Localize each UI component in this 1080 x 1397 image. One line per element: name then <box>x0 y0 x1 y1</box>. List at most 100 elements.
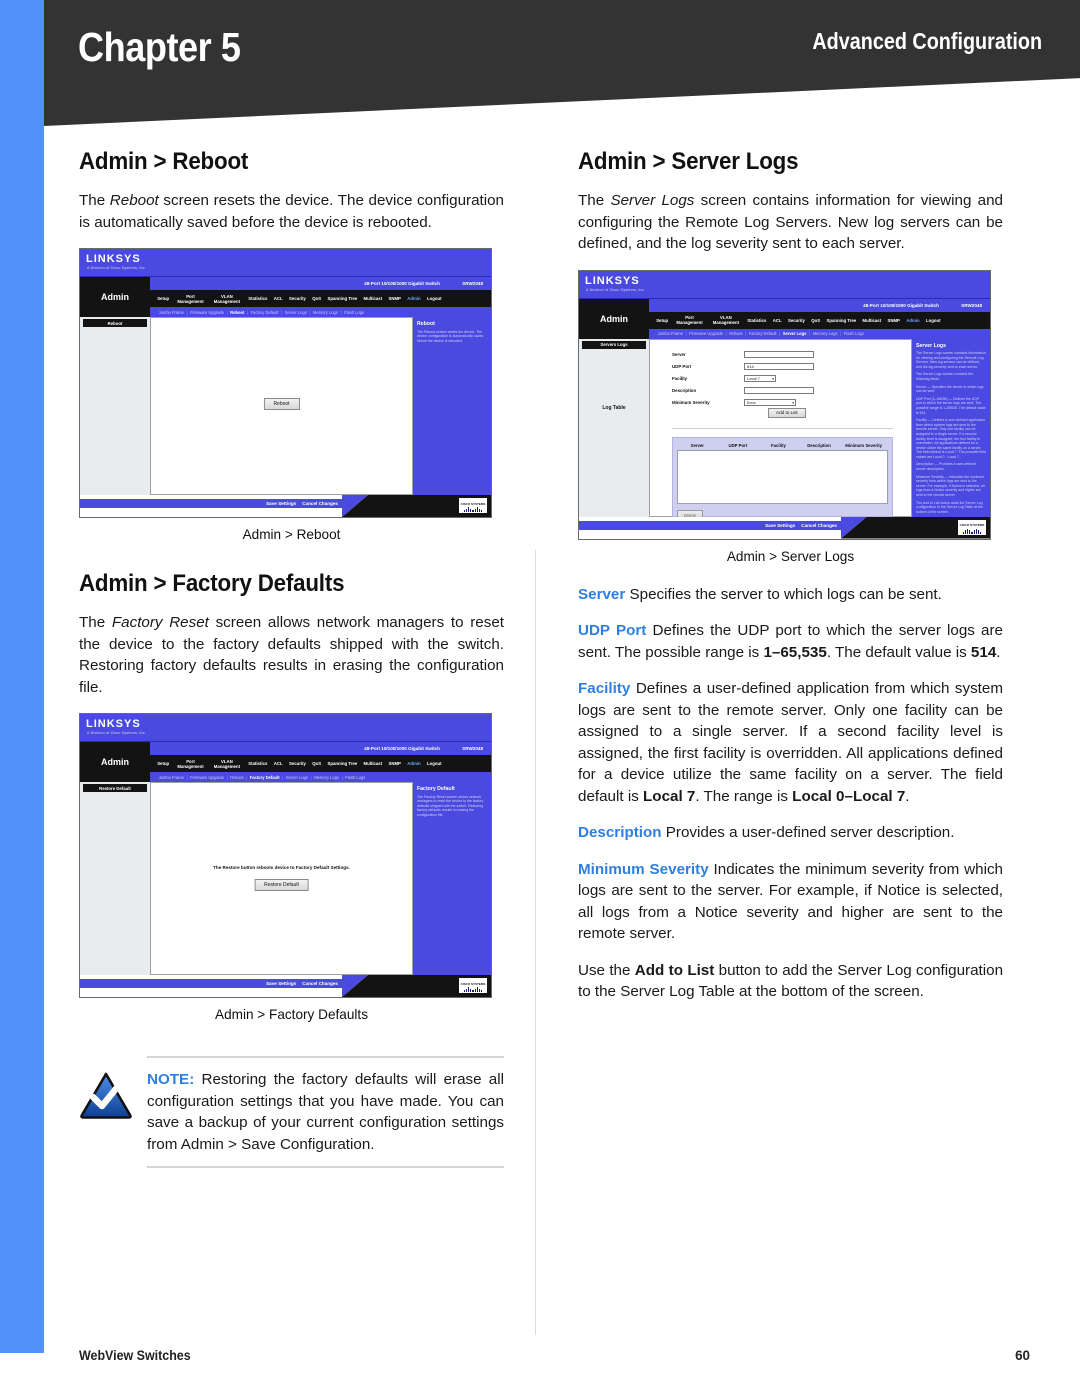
nav-item-logout[interactable]: Logout <box>923 318 944 323</box>
subnav-item-reboot[interactable]: Reboot <box>228 775 246 780</box>
subnav-item-jumbo-frame[interactable]: Jumbo Frame <box>655 331 685 336</box>
nav-item-spanning-tree[interactable]: Spanning Tree <box>823 318 859 323</box>
linksys-tagline: A Division of Cisco Systems, Inc. <box>87 731 146 735</box>
sub-nav-bar[interactable]: Jumbo Frame | Firmware Upgrade | Reboot … <box>649 328 990 339</box>
subnav-item-flash-logs[interactable]: Flash Logs <box>342 310 367 315</box>
subnav-item-factory-default[interactable]: Factory Default <box>247 775 282 780</box>
subnav-item-factory-default[interactable]: Factory Default <box>248 310 281 315</box>
nav-item-admin[interactable]: Admin <box>404 296 424 301</box>
nav-item-vlan-management[interactable]: VLAN Management <box>209 759 245 769</box>
subnav-item-factory-default[interactable]: Factory Default <box>746 331 779 336</box>
screen-content-pane: Server UDP Port 514 Facility Local 7 ▾ D… <box>649 338 912 520</box>
save-settings-button[interactable]: Save Settings <box>765 523 795 528</box>
subnav-item-memory-logs[interactable]: Memory Logs <box>310 310 340 315</box>
sidebar-tab-reboot[interactable]: Reboot <box>83 319 147 327</box>
subnav-item-flash-logs[interactable]: Flash Logs <box>343 775 368 780</box>
nav-item-multicast[interactable]: Multicast <box>360 296 385 301</box>
nav-item-acl[interactable]: ACL <box>271 761 286 766</box>
add-to-list-button[interactable]: Add to List <box>768 407 806 419</box>
help-text-8: The Add to List button adds the Server L… <box>916 500 983 514</box>
main-nav-bar[interactable]: Setup Port Management VLAN Management St… <box>150 755 491 772</box>
subnav-item-reboot[interactable]: Reboot <box>727 331 745 336</box>
nav-item-admin[interactable]: Admin <box>903 318 923 323</box>
main-nav-bar[interactable]: Setup Port Management VLAN Management St… <box>150 290 491 307</box>
sub-nav-bar[interactable]: Jumbo Frame | Firmware Upgrade | Reboot … <box>150 307 491 317</box>
select-facility[interactable]: Local 7 ▾ <box>744 375 776 382</box>
nav-item-statistics[interactable]: Statistics <box>744 318 769 323</box>
subnav-item-firmware-upgrade[interactable]: Firmware Upgrade <box>188 775 227 780</box>
nav-item-port-management[interactable]: Port Management <box>172 759 208 769</box>
device-model-name: 48-Port 10/100/1000 Gigabit Switch <box>364 746 440 751</box>
subnav-item-jumbo-frame[interactable]: Jumbo Frame <box>156 310 186 315</box>
nav-item-qos[interactable]: QoS <box>309 761 324 766</box>
text-run-bold: 1–65,535 <box>763 643 827 661</box>
input-server[interactable] <box>744 351 814 358</box>
nav-item-admin[interactable]: Admin <box>404 761 424 766</box>
nav-item-snmp[interactable]: SNMP <box>385 761 404 766</box>
cancel-changes-button[interactable]: Cancel Changes <box>302 501 338 506</box>
note-callout: NOTE: Restoring the factory defaults wil… <box>79 1056 504 1168</box>
cisco-systems-logo: CISCO SYSTEMS <box>958 519 986 535</box>
sub-nav-bar[interactable]: Jumbo Frame | Firmware Upgrade | Reboot … <box>150 772 491 782</box>
nav-item-vlan-management[interactable]: VLAN Management <box>209 294 245 304</box>
nav-item-vlan-management[interactable]: VLAN Management <box>708 315 744 325</box>
nav-item-statistics[interactable]: Statistics <box>245 761 270 766</box>
label-server: Server <box>672 352 686 357</box>
subnav-item-flash-logs[interactable]: Flash Logs <box>841 331 866 336</box>
nav-item-port-management[interactable]: Port Management <box>172 294 208 304</box>
subnav-item-firmware-upgrade[interactable]: Firmware Upgrade <box>188 310 227 315</box>
sidebar-tab-log-table[interactable]: Log Table <box>582 404 646 413</box>
text-run: Restoring the factory defaults will eras… <box>147 1071 504 1153</box>
save-settings-button[interactable]: Save Settings <box>266 981 296 986</box>
subnav-item-server-logs[interactable]: Server Logs <box>283 775 310 780</box>
subnav-item-server-logs[interactable]: Server Logs <box>780 331 809 336</box>
nav-item-logout[interactable]: Logout <box>424 761 445 766</box>
nav-item-security[interactable]: Security <box>785 318 808 323</box>
nav-item-setup[interactable]: Setup <box>653 318 671 323</box>
sidebar-tab-servers-logs[interactable]: Servers Logs <box>582 340 646 349</box>
text-run: The <box>578 192 611 209</box>
nav-item-acl[interactable]: ACL <box>770 318 785 323</box>
nav-item-port-management[interactable]: Port Management <box>671 315 707 325</box>
nav-item-multicast[interactable]: Multicast <box>360 761 385 766</box>
nav-item-setup[interactable]: Setup <box>154 761 172 766</box>
nav-item-spanning-tree[interactable]: Spanning Tree <box>324 296 360 301</box>
reboot-button[interactable]: Reboot <box>263 398 300 410</box>
nav-item-snmp[interactable]: SNMP <box>385 296 404 301</box>
subnav-item-memory-logs[interactable]: Memory Logs <box>312 775 342 780</box>
label-description: Description <box>672 388 697 393</box>
nav-item-multicast[interactable]: Multicast <box>859 318 884 323</box>
table-body-empty <box>677 449 888 504</box>
footer-product-name: WebView Switches <box>79 1348 191 1363</box>
subnav-item-reboot[interactable]: Reboot <box>228 310 247 315</box>
nav-item-qos[interactable]: QoS <box>309 296 324 301</box>
nav-item-security[interactable]: Security <box>286 296 309 301</box>
nav-item-setup[interactable]: Setup <box>154 296 172 301</box>
sidebar-tab-restore-default[interactable]: Restore Default <box>83 784 147 792</box>
subnav-item-jumbo-frame[interactable]: Jumbo Frame <box>156 775 186 780</box>
nav-item-acl[interactable]: ACL <box>271 296 286 301</box>
nav-item-security[interactable]: Security <box>286 761 309 766</box>
cancel-changes-button[interactable]: Cancel Changes <box>302 981 338 986</box>
subnav-item-firmware-upgrade[interactable]: Firmware Upgrade <box>687 331 726 336</box>
select-facility-value: Local 7 <box>747 376 760 381</box>
save-settings-button[interactable]: Save Settings <box>266 501 296 506</box>
select-minimum-severity[interactable]: Error ▾ <box>744 399 796 406</box>
nav-item-spanning-tree[interactable]: Spanning Tree <box>324 761 360 766</box>
restore-default-button[interactable]: Restore Default <box>254 879 309 891</box>
linksys-logo: LINKSYS <box>585 274 640 287</box>
module-label-admin: Admin <box>80 742 150 782</box>
definition-facility: Facility Defines a user-defined applicat… <box>578 678 1003 807</box>
help-text-7: Minimum Severity — Indicates the minimum… <box>916 474 985 498</box>
cancel-changes-button[interactable]: Cancel Changes <box>801 523 837 528</box>
subnav-item-server-logs[interactable]: Server Logs <box>282 310 309 315</box>
subnav-item-memory-logs[interactable]: Memory Logs <box>810 331 840 336</box>
main-nav-bar[interactable]: Setup Port Management VLAN Management St… <box>649 311 990 329</box>
nav-item-snmp[interactable]: SNMP <box>884 318 903 323</box>
nav-item-qos[interactable]: QoS <box>808 318 823 323</box>
nav-item-statistics[interactable]: Statistics <box>245 296 270 301</box>
nav-item-logout[interactable]: Logout <box>424 296 445 301</box>
input-description[interactable] <box>744 387 814 394</box>
page-title-admin-reboot: Admin > Reboot <box>79 148 249 175</box>
input-udp-port[interactable]: 514 <box>744 363 814 370</box>
